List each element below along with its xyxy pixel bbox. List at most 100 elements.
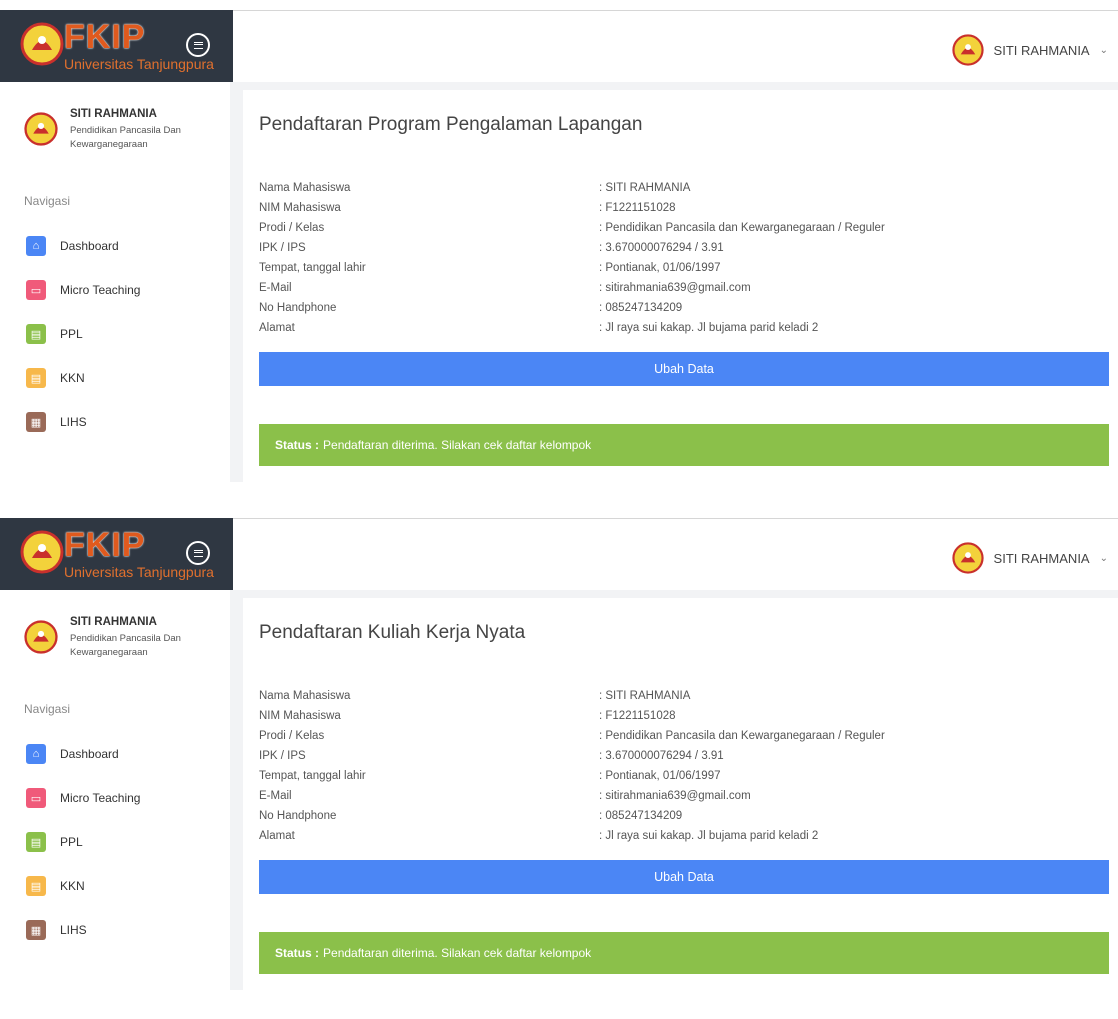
info-value: : SITI RAHMANIA — [599, 182, 691, 194]
topbar: SITI RAHMANIA ⌄ — [233, 10, 1118, 83]
info-row: Alamat : Jl raya sui kakap. Jl bujama par… — [259, 826, 885, 846]
sidebar: SITI RAHMANIA Pendidikan Pancasila Dan K… — [0, 82, 230, 482]
info-value: : Jl raya sui kakap. Jl bujama parid kel… — [599, 322, 819, 334]
sidebar-profile: SITI RAHMANIA Pendidikan Pancasila Dan K… — [24, 108, 200, 152]
info-row: IPK / IPS: 3.670000076294 / 3.91 — [259, 746, 885, 766]
status-label: Status : — [275, 438, 320, 452]
info-row: NIM Mahasiswa: F1221151028 — [259, 198, 885, 218]
sidebar-item-label: Dashboard — [60, 239, 119, 253]
sidebar-nav: ⌂ Dashboard ▭ Micro Teaching ▤ PPL ▤ KKN… — [26, 224, 140, 444]
card-icon: ▤ — [26, 876, 46, 896]
status-text: Pendaftaran diterima. Silakan cek daftar… — [323, 946, 592, 960]
brand-header: FKIP Universitas Tanjungpura — [0, 518, 233, 590]
sidebar-item-kkn[interactable]: ▤ KKN — [26, 864, 140, 908]
home-icon: ⌂ — [26, 236, 46, 256]
monitor-icon: ▭ — [26, 788, 46, 808]
chevron-down-icon: ⌄ — [1099, 44, 1108, 56]
sidebar-item-label: PPL — [60, 835, 83, 849]
info-value: : SITI RAHMANIA — [599, 690, 691, 702]
sidebar-item-lihs[interactable]: ▦ LIHS — [26, 400, 140, 444]
card-icon: ▤ — [26, 368, 46, 388]
info-label: No Handphone — [259, 302, 337, 314]
info-row: E-Mail : sitirahmania639@gmail.com — [259, 786, 885, 806]
brand-subtitle: Universitas Tanjungpura — [64, 56, 214, 72]
chevron-down-icon: ⌄ — [1099, 552, 1108, 564]
brand-subtitle: Universitas Tanjungpura — [64, 564, 214, 580]
sidebar-item-label: LIHS — [60, 415, 87, 429]
user-name: SITI RAHMANIA — [993, 550, 1090, 566]
avatar — [951, 34, 984, 66]
info-label: Prodi / Kelas — [259, 222, 325, 234]
sidebar-item-dashboard[interactable]: ⌂ Dashboard — [26, 224, 140, 268]
sidebar-item-label: Dashboard — [60, 747, 119, 761]
user-menu[interactable]: SITI RAHMANIA ⌄ — [951, 34, 1108, 66]
sidebar-item-dashboard[interactable]: ⌂ Dashboard — [26, 732, 140, 776]
monitor-icon: ▭ — [26, 280, 46, 300]
sidebar-item-micro-teaching[interactable]: ▭ Micro Teaching — [26, 776, 140, 820]
info-label: Nama Mahasiswa — [259, 690, 351, 702]
info-value: : 3.670000076294 / 3.91 — [599, 750, 724, 762]
info-value: : Pontianak, 01/06/1997 — [599, 770, 721, 782]
info-row: IPK / IPS : 3.670000076294 / 3.91 — [259, 238, 885, 258]
ubah-data-button[interactable]: Ubah Data — [259, 352, 1109, 386]
info-value: : 3.670000076294 / 3.91 — [599, 242, 724, 254]
info-label: IPK / IPS — [259, 242, 306, 254]
info-row: Nama Mahasiswa : SITI RAHMANIA — [259, 178, 885, 198]
sidebar-item-label: KKN — [60, 879, 85, 893]
info-row: Nama Mahasiswa : SITI RAHMANIA — [259, 686, 885, 706]
university-seal-icon — [20, 22, 64, 66]
info-label: Nama Mahasiswa — [259, 182, 351, 194]
topbar: SITI RAHMANIA ⌄ — [233, 518, 1118, 591]
info-value: : sitirahmania639@gmail.com — [599, 282, 751, 294]
sidebar-nav: ⌂ Dashboard ▭ Micro Teaching ▤ PPL ▤ KKN… — [26, 732, 140, 952]
info-label: Alamat — [259, 830, 295, 842]
student-info: Nama Mahasiswa : SITI RAHMANIA NIM Mahasi… — [259, 178, 885, 338]
status-label: Status : — [275, 946, 320, 960]
info-value: : Pendidikan Pancasila dan Kewarganegara… — [599, 730, 885, 742]
avatar — [24, 620, 58, 654]
user-name: SITI RAHMANIA — [993, 42, 1090, 58]
info-label: E-Mail — [259, 790, 292, 802]
profile-name: SITI RAHMANIA — [70, 616, 157, 628]
screenshot-kkn: FKIP Universitas Tanjungpura SITI RAHMAN… — [0, 510, 1118, 990]
sidebar-item-label: Micro Teaching — [60, 283, 141, 297]
registration-card: Pendaftaran Program Pengalaman Lapangan … — [243, 90, 1118, 482]
info-label: Tempat, tanggal lahir — [259, 262, 366, 274]
registration-card: Pendaftaran Kuliah Kerja Nyata Nama Maha… — [243, 598, 1118, 990]
info-row: Prodi / Kelas: Pendidikan Pancasila dan … — [259, 726, 885, 746]
card-icon: ▤ — [26, 324, 46, 344]
student-info: Nama Mahasiswa: SITI RAHMANIA NIM Mahasi… — [259, 686, 885, 846]
info-label: Tempat, tanggal lahir — [259, 770, 366, 782]
user-menu[interactable]: SITI RAHMANIA ⌄ — [951, 542, 1108, 574]
profile-name: SITI RAHMANIA — [70, 108, 157, 120]
profile-prodi: Pendidikan Pancasila Dan Kewarganegaraan — [70, 125, 181, 150]
sidebar-item-label: Micro Teaching — [60, 791, 141, 805]
sidebar-item-ppl[interactable]: ▤ PPL — [26, 312, 140, 356]
menu-toggle-icon[interactable] — [186, 33, 210, 57]
sidebar-item-ppl[interactable]: ▤ PPL — [26, 820, 140, 864]
sidebar-item-lihs[interactable]: ▦ LIHS — [26, 908, 140, 952]
home-icon: ⌂ — [26, 744, 46, 764]
info-row: Prodi / Kelas: Pendidikan Pancasila dan … — [259, 218, 885, 238]
info-value: : Pontianak, 01/06/1997 — [599, 262, 721, 274]
grid-icon: ▦ — [26, 920, 46, 940]
info-row: No Handphone: 085247134209 — [259, 298, 885, 318]
info-row: Tempat, tanggal lahir : Pontianak, 01/06/… — [259, 766, 885, 786]
card-icon: ▤ — [26, 832, 46, 852]
page-title: Pendaftaran Kuliah Kerja Nyata — [259, 622, 526, 643]
sidebar-item-kkn[interactable]: ▤ KKN — [26, 356, 140, 400]
status-alert: Status : Pendaftaran diterima. Silakan c… — [259, 932, 1109, 974]
menu-toggle-icon[interactable] — [186, 541, 210, 565]
grid-icon: ▦ — [26, 412, 46, 432]
page-title: Pendaftaran Program Pengalaman Lapangan — [259, 114, 643, 135]
sidebar-item-label: LIHS — [60, 923, 87, 937]
ubah-data-button[interactable]: Ubah Data — [259, 860, 1109, 894]
sidebar-item-micro-teaching[interactable]: ▭ Micro Teaching — [26, 268, 140, 312]
sidebar: SITI RAHMANIA Pendidikan Pancasila Dan K… — [0, 590, 230, 990]
info-value: : sitirahmania639@gmail.com — [599, 790, 751, 802]
info-row: Tempat, tanggal lahir : Pontianak, 01/06/… — [259, 258, 885, 278]
info-value: : F1221151028 — [599, 710, 676, 722]
profile-prodi: Pendidikan Pancasila Dan Kewarganegaraan — [70, 633, 181, 658]
info-value: : Jl raya sui kakap. Jl bujama parid kel… — [599, 830, 819, 842]
sidebar-profile: SITI RAHMANIA Pendidikan Pancasila Dan K… — [24, 616, 200, 660]
